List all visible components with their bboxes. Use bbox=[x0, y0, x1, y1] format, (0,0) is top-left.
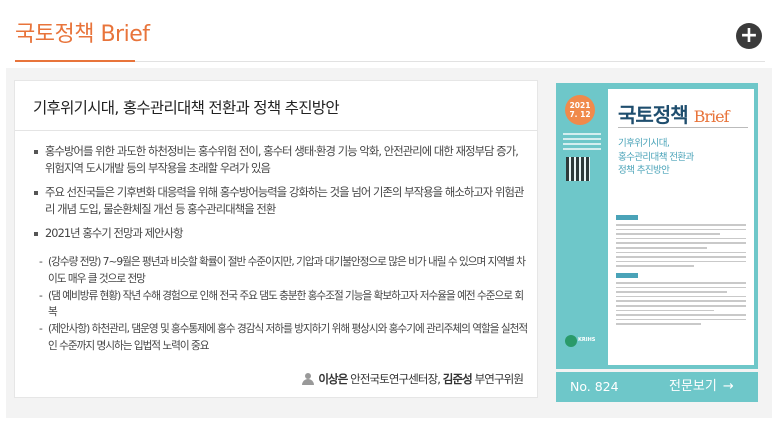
cover-sidebar: 2021 7. 12 KRIHS bbox=[556, 83, 608, 369]
person-icon bbox=[302, 373, 315, 385]
sub-item: (제안사항) 하천관리, 댐운영 및 홍수통제에 홍수 경감식 저하를 방지하기… bbox=[39, 321, 529, 355]
plus-circle-icon[interactable]: + bbox=[736, 23, 762, 49]
sub-item: (강수량 전망) 7~9월은 평년과 비슷할 확률이 절반 수준이지만, 기압과… bbox=[39, 254, 529, 288]
view-full-button[interactable]: 전문보기 → bbox=[641, 372, 758, 402]
cover-rule bbox=[618, 127, 748, 128]
section-title: 국토정책 Brief bbox=[15, 16, 150, 48]
sub-item: (댐 예비방류 현황) 작년 수해 경험으로 인해 전국 주요 댐도 충분한 홍… bbox=[39, 288, 529, 322]
view-full-label: 전문보기 bbox=[669, 379, 717, 394]
cover-side-text bbox=[563, 133, 601, 153]
summary-list: 홍수방어를 위한 과도한 하천정비는 홍수위험 전이, 홍수터 생태·환경 기능… bbox=[33, 143, 528, 249]
cover-logo-text: KRIHS bbox=[578, 337, 596, 343]
cover-title-line: 홍수관리대책 전환과 bbox=[618, 151, 694, 163]
brief-header: 국토정책 Brief + bbox=[0, 0, 780, 64]
article-title[interactable]: 기후위기시대, 홍수관리대책 전환과 정책 추진방안 bbox=[33, 96, 340, 118]
summary-item: 주요 선진국들은 기후변화 대응력을 위해 홍수방어능력을 강화하는 것을 넘어… bbox=[33, 184, 528, 218]
title-accent-rule bbox=[15, 60, 135, 62]
krihs-logo-icon bbox=[565, 335, 577, 347]
cover-body-text bbox=[616, 209, 746, 328]
cover-title-line: 기후위기시대, bbox=[618, 138, 670, 149]
summary-item: 2021년 홍수기 전망과 제안사항 bbox=[33, 225, 528, 242]
author-line: 이상은 안전국토연구센터장, 김준성 부연구위원 bbox=[302, 371, 524, 387]
author-primary-name: 이상은 bbox=[318, 372, 348, 386]
cover-date-badge: 2021 7. 12 bbox=[565, 95, 595, 125]
brand-en: Brief bbox=[100, 22, 150, 47]
card-divider bbox=[15, 130, 537, 131]
author-secondary-name: 김준성 bbox=[442, 372, 473, 386]
cover-title-line: 정책 추진방안 bbox=[618, 165, 670, 176]
cover-page: 국토정책 Brief 기후위기시대, 홍수관리대책 전환과 정책 추진방안 bbox=[608, 89, 754, 365]
issue-number: No. 824 bbox=[570, 379, 619, 394]
cover-brand-en: Brief bbox=[693, 107, 730, 126]
brief-cover-image[interactable]: 2021 7. 12 KRIHS 국토정책 Brief 기후위기시대, 홍수관리… bbox=[556, 83, 758, 369]
cover-date: 7. 12 bbox=[569, 110, 591, 119]
cover-title: 기후위기시대, 홍수관리대책 전환과 정책 추진방안 bbox=[618, 137, 748, 178]
sub-list: (강수량 전망) 7~9월은 평년과 비슷할 확률이 절반 수준이지만, 기압과… bbox=[39, 254, 529, 355]
cover-year: 2021 bbox=[569, 101, 591, 110]
title-rule bbox=[135, 61, 765, 62]
qr-code-icon bbox=[566, 157, 590, 181]
author-secondary-role: 부연구위원 bbox=[474, 372, 524, 386]
article-card[interactable]: 기후위기시대, 홍수관리대책 전환과 정책 추진방안 홍수방어를 위한 과도한 … bbox=[14, 80, 538, 398]
cover-footer: No. 824 전문보기 → bbox=[556, 372, 758, 402]
brand-ko: 국토정책 bbox=[15, 22, 94, 47]
summary-item: 홍수방어를 위한 과도한 하천정비는 홍수위험 전이, 홍수터 생태·환경 기능… bbox=[33, 143, 528, 177]
arrow-right-icon: → bbox=[722, 379, 734, 394]
cover-brand: 국토정책 Brief bbox=[618, 99, 729, 128]
author-primary-role: 안전국토연구센터장, bbox=[350, 372, 441, 386]
cover-brand-ko: 국토정책 bbox=[618, 103, 689, 127]
